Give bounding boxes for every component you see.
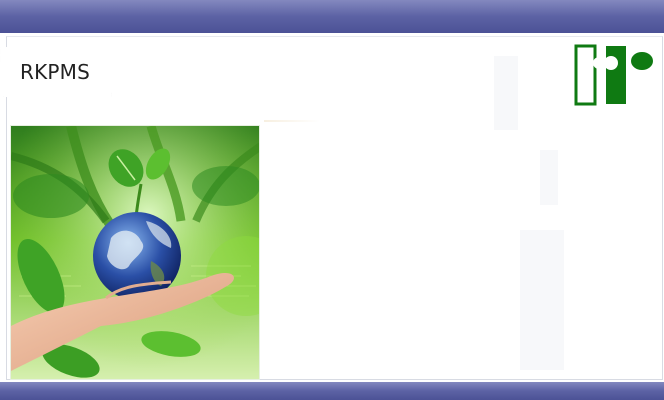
background-panel	[494, 56, 518, 130]
bottom-banner-bar	[0, 382, 664, 400]
app-title: RKPMS	[20, 60, 91, 84]
header-divider	[264, 120, 320, 122]
background-panel	[520, 230, 564, 370]
top-banner-bar	[0, 0, 664, 33]
hands-holding-earth-with-sprout-image	[10, 125, 260, 380]
rkpms-logo-icon	[574, 44, 654, 108]
background-panel	[540, 150, 558, 205]
